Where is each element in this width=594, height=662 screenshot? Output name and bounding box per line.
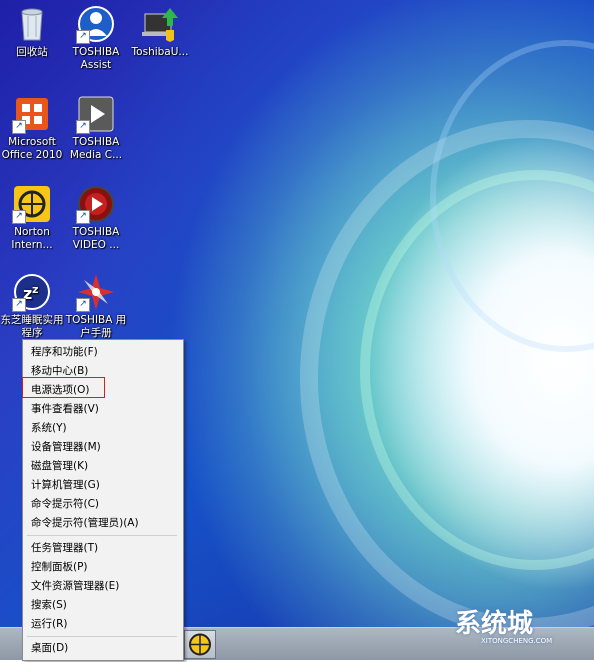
shortcut-arrow-icon: ↗	[12, 210, 26, 224]
desktop-icon-recycle-bin[interactable]: 回收站	[0, 4, 64, 59]
video-player-icon: ↗	[76, 184, 116, 224]
menu-item-system[interactable]: 系统(Y)	[31, 419, 67, 437]
desktop-icon-user-manual[interactable]: ↗ TOSHIBA 用户手册	[64, 272, 128, 340]
watermark-text: 系统城	[455, 609, 534, 639]
menu-item-programs-features[interactable]: 程序和功能(F)	[31, 343, 98, 361]
watermark-subtext: XITONGCHENG.COM	[481, 637, 553, 645]
svg-text:z: z	[32, 283, 38, 296]
shortcut-arrow-icon: ↗	[76, 30, 90, 44]
icon-label: TOSHIBA 用户手册	[65, 314, 127, 339]
menu-item-file-explorer[interactable]: 文件资源管理器(E)	[31, 577, 119, 595]
menu-item-event-viewer[interactable]: 事件查看器(V)	[31, 400, 99, 418]
highlight-box	[22, 377, 105, 398]
norton-icon	[189, 633, 211, 656]
menu-item-device-manager[interactable]: 设备管理器(M)	[31, 438, 101, 456]
desktop-icon-office[interactable]: ↗ Microsoft Office 2010	[0, 94, 64, 162]
desktop-icon-sleep-utility[interactable]: zz ↗ 东芝睡眠实用程序	[0, 272, 64, 340]
icon-label: 回收站	[16, 46, 48, 58]
wallpaper-swirl	[360, 170, 594, 570]
shortcut-arrow-icon: ↗	[76, 210, 90, 224]
wallpaper-swirl	[300, 120, 594, 636]
desktop-icon-toshiba-update[interactable]: ToshibaU...	[128, 4, 192, 59]
menu-item-run[interactable]: 运行(R)	[31, 615, 68, 633]
watermark-logo: 系统城 XITONGCHENG.COM	[455, 603, 552, 645]
shortcut-arrow-icon: ↗	[76, 298, 90, 312]
toshiba-update-icon	[140, 4, 180, 44]
media-player-icon: ↗	[76, 94, 116, 134]
user-manual-icon: ↗	[76, 272, 116, 312]
icon-label: ToshibaU...	[131, 46, 189, 58]
menu-item-computer-management[interactable]: 计算机管理(G)	[31, 476, 100, 494]
sleep-utility-icon: zz ↗	[12, 272, 52, 312]
icon-label: TOSHIBA VIDEO ...	[72, 226, 120, 251]
icon-label: 东芝睡眠实用程序	[0, 314, 64, 339]
icon-label: TOSHIBA Assist	[72, 46, 120, 71]
desktop-icon-toshiba-video[interactable]: ↗ TOSHIBA VIDEO ...	[64, 184, 128, 252]
toshiba-assist-icon: ↗	[76, 4, 116, 44]
menu-item-desktop[interactable]: 桌面(D)	[31, 639, 68, 657]
menu-item-command-prompt-admin[interactable]: 命令提示符(管理员)(A)	[31, 514, 139, 532]
shortcut-arrow-icon: ↗	[12, 298, 26, 312]
desktop-icon-toshiba-media[interactable]: ↗ TOSHIBA Media C...	[64, 94, 128, 162]
menu-item-control-panel[interactable]: 控制面板(P)	[31, 558, 88, 576]
desktop-icon-toshiba-assist[interactable]: ↗ TOSHIBA Assist	[64, 4, 128, 72]
menu-separator	[27, 636, 177, 637]
shortcut-arrow-icon: ↗	[12, 120, 26, 134]
taskbar-norton-button[interactable]	[184, 630, 216, 659]
menu-separator	[27, 535, 177, 536]
menu-item-command-prompt[interactable]: 命令提示符(C)	[31, 495, 99, 513]
office-icon: ↗	[12, 94, 52, 134]
icon-label: TOSHIBA Media C...	[69, 136, 123, 161]
menu-item-disk-management[interactable]: 磁盘管理(K)	[31, 457, 88, 475]
recycle-bin-icon	[12, 4, 52, 44]
wallpaper-swirl	[430, 40, 594, 352]
norton-icon: ↗	[12, 184, 52, 224]
shortcut-arrow-icon: ↗	[76, 120, 90, 134]
icon-label: Norton Intern...	[11, 226, 53, 251]
menu-item-search[interactable]: 搜索(S)	[31, 596, 67, 614]
icon-label: Microsoft Office 2010	[1, 136, 63, 161]
menu-item-task-manager[interactable]: 任务管理器(T)	[31, 539, 98, 557]
desktop-icon-norton[interactable]: ↗ Norton Intern...	[0, 184, 64, 252]
